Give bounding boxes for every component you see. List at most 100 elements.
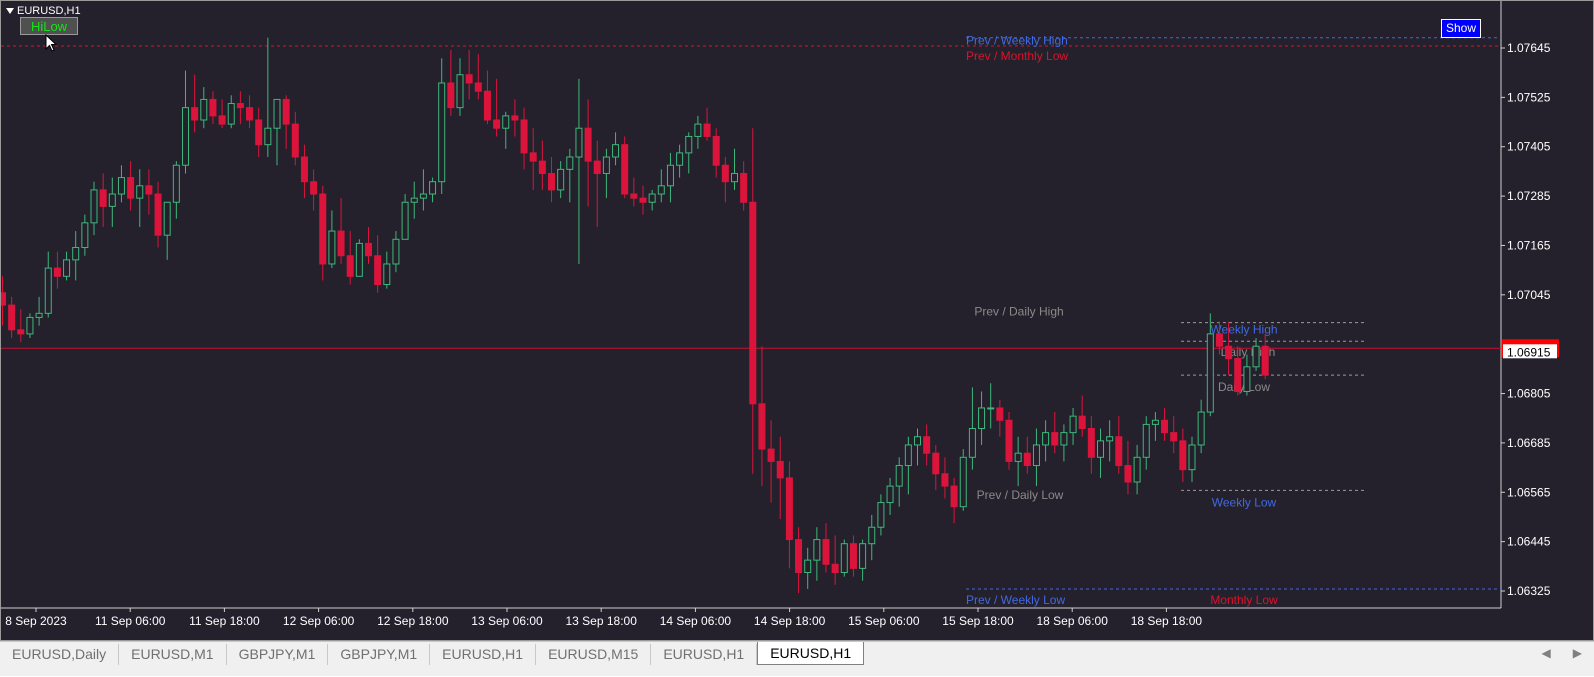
candle-body [163,201,171,236]
candle-body [8,304,16,331]
candle-body [1243,366,1251,392]
candle-body [1106,436,1114,442]
candle-body [319,193,327,265]
candle-body [1151,419,1159,425]
candle-body [172,164,180,203]
candle-body [859,543,867,569]
candle-body [291,123,299,158]
time-tick-label: 8 Sep 2023 [5,614,67,628]
tab-eurusd-daily-0[interactable]: EURUSD,Daily [0,644,120,665]
price-tick-label: 1.06445 [1507,535,1551,549]
time-tick-label: 18 Sep 06:00 [1036,614,1108,628]
candle-body [1124,465,1132,483]
candle-body [1133,456,1141,483]
candle-body [1060,432,1068,446]
candle-body [1197,411,1205,446]
time-tick-label: 13 Sep 18:00 [565,614,637,628]
tab-gbpjpy-m1-3[interactable]: GBPJPY,M1 [328,644,431,665]
candle-body [200,98,208,121]
candle-body [154,193,162,236]
candle-body [365,242,372,257]
candle-body [35,312,43,318]
candle-body [840,543,848,573]
time-tick-label: 12 Sep 06:00 [283,614,355,628]
chart-window[interactable]: 1.07645 1.07525 1.07405 1.07285 1.07165 1.070… [0,0,1594,641]
candle-body [868,526,876,545]
candle-body [685,135,693,154]
price-tick-label: 1.07645 [1507,41,1551,55]
prev-weekly-high-label: Prev / Weekly High [966,34,1068,48]
candle-body [849,543,857,569]
candle-body [1005,419,1013,462]
tab-eurusd-h1-7[interactable]: EURUSD,H1 [757,642,865,665]
candle-body [996,407,1004,421]
tab-eurusd-m1-1[interactable]: EURUSD,M1 [119,644,227,665]
candle-body [419,193,427,199]
candle-body [328,230,336,265]
candle-body [612,144,620,158]
candle-body [81,222,89,249]
candle-body [392,238,400,265]
show-button[interactable]: Show [1441,19,1481,38]
candle-body [776,460,784,479]
price-tick-label: 1.07165 [1507,238,1551,252]
candle-body [941,473,949,487]
candle-body [182,107,189,166]
price-tick-label: 1.07045 [1507,288,1551,302]
candle-body [26,316,34,335]
candle-body [246,107,254,121]
candle-body [584,127,592,162]
candle-body [721,164,729,183]
candle-body [740,172,748,203]
candle-body [575,127,583,158]
weekly-low-label: Weekly Low [1212,495,1277,509]
candle-body [1179,440,1187,471]
dropdown-triangle-icon[interactable] [6,8,14,14]
candle-body [63,259,71,277]
candle-body [1261,345,1269,376]
candle-body [90,189,98,224]
mouse-cursor-icon [45,34,57,52]
candle-body [209,98,217,117]
candle-body [886,485,894,504]
scroll-left-icon[interactable]: ◀ [1542,646,1551,660]
candle-body [978,407,986,430]
candle-body [383,263,391,286]
candle-body [99,189,107,207]
candle-body [1051,432,1059,446]
symbol-title[interactable]: EURUSD,H1 [6,5,81,17]
candle-body [621,144,629,195]
candle-body [785,477,793,541]
candle-body [1234,358,1242,392]
prev-monthly-low-label: Prev / Monthly Low [966,49,1068,63]
price-tick-label: 1.06325 [1507,584,1551,598]
candle-body [895,465,903,487]
monthly-low-label: Monthly Low [1210,593,1278,607]
candle-body [282,98,290,125]
candle-body [145,185,153,195]
candle-body [1170,432,1178,442]
tab-eurusd-h1-4[interactable]: EURUSD,H1 [430,644,537,665]
scroll-right-icon[interactable]: ▶ [1573,646,1582,660]
candle-body [493,119,501,129]
candle-body [1014,452,1022,462]
time-tick-label: 12 Sep 18:00 [377,614,449,628]
candle-body [657,185,665,195]
candle-body [795,539,803,573]
candle-body [1,292,6,306]
candle-body [877,502,885,528]
tab-gbpjpy-m1-2[interactable]: GBPJPY,M1 [227,644,329,665]
candle-body [987,407,995,410]
candle-body [932,452,940,475]
candle-body [1097,440,1104,458]
candle-body [300,156,308,183]
chart-tabs: EURUSD,Daily EURUSD,M1 GBPJPY,M1 GBPJPY,M1 E… [0,642,865,677]
time-tick-label: 11 Sep 06:00 [95,614,166,628]
candle-body [1087,428,1095,458]
tab-eurusd-m15-5[interactable]: EURUSD,M15 [536,644,652,665]
price-chart[interactable]: 1.07645 1.07525 1.07405 1.07285 1.07165 1.070… [1,1,1593,640]
candle-body [538,160,546,174]
candle-body [1078,415,1086,430]
hilow-button[interactable]: HiLow [20,17,78,35]
tab-eurusd-h1-6[interactable]: EURUSD,H1 [651,644,758,665]
